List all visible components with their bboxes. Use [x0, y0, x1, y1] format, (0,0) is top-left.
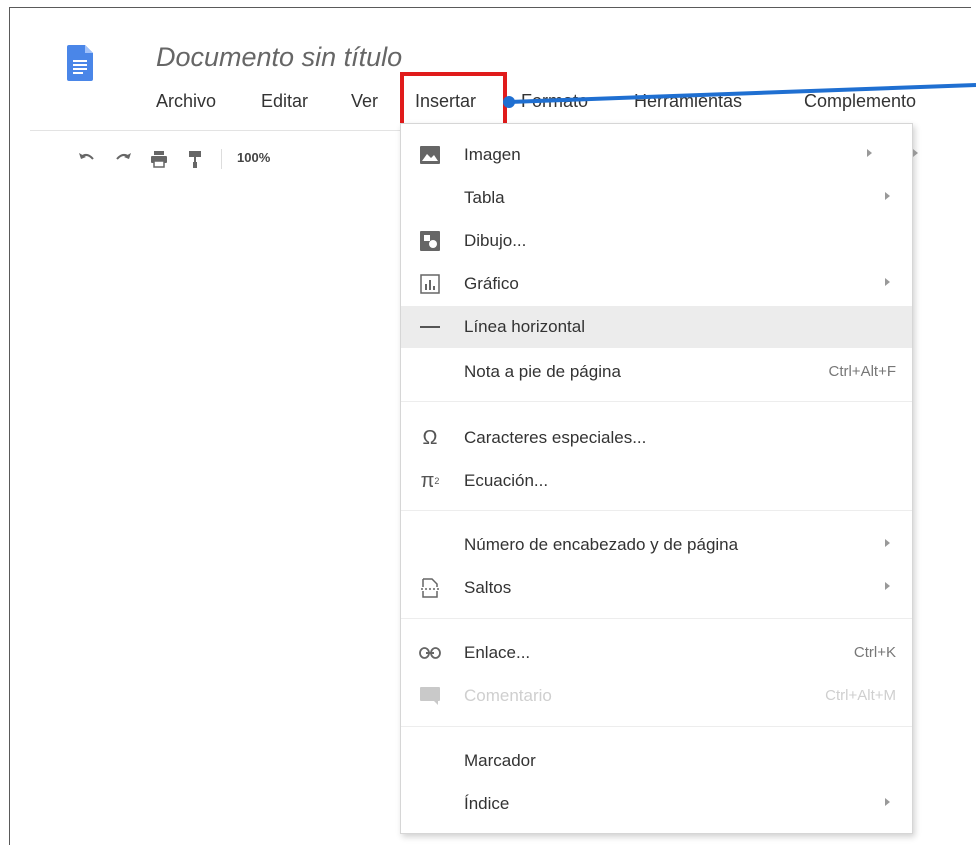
menu-item-marcador[interactable]: Marcador — [401, 740, 912, 782]
submenu-arrow-icon — [885, 278, 890, 286]
insert-menu-dropdown: Imagen Tabla Dibujo... Gráfico Línea hor… — [400, 123, 918, 834]
menu-item-indice[interactable]: Índice — [401, 783, 912, 825]
print-icon[interactable] — [147, 147, 171, 171]
menu-item-grafico[interactable]: Gráfico — [401, 263, 912, 305]
insertar-highlight-box — [400, 72, 507, 127]
menu-separator — [401, 618, 912, 619]
horizontal-line-icon — [419, 316, 441, 338]
docs-logo-icon[interactable] — [67, 45, 93, 81]
submenu-arrow-icon — [885, 192, 890, 200]
pi-icon: π2 — [420, 469, 440, 492]
menu-editar[interactable]: Editar — [261, 88, 308, 114]
link-icon — [419, 642, 441, 664]
paint-format-icon[interactable] — [183, 147, 207, 171]
menu-item-comentario: Comentario Ctrl+Alt+M — [401, 675, 912, 717]
menu-item-nota-pie[interactable]: Nota a pie de página Ctrl+Alt+F — [401, 351, 912, 393]
menu-item-imagen[interactable]: Imagen — [401, 134, 918, 176]
drawing-icon — [419, 230, 441, 252]
undo-icon[interactable] — [75, 147, 99, 171]
submenu-arrow-icon — [913, 149, 918, 157]
page-break-icon — [419, 577, 441, 599]
menu-item-caracteres-especiales[interactable]: Ω Caracteres especiales... — [401, 417, 912, 459]
menu-complementos[interactable]: Complemento — [804, 88, 916, 114]
menu-archivo[interactable]: Archivo — [156, 88, 216, 114]
menu-item-ecuacion[interactable]: π2 Ecuación... — [401, 460, 912, 502]
submenu-arrow-icon — [885, 798, 890, 806]
menu-item-numero-encabezado[interactable]: Número de encabezado y de página — [401, 524, 912, 566]
submenu-arrow-icon — [885, 539, 890, 547]
menu-separator — [401, 401, 912, 402]
image-icon — [419, 144, 441, 166]
menu-item-dibujo[interactable]: Dibujo... — [401, 220, 912, 262]
comment-icon — [419, 685, 441, 707]
menu-formato[interactable]: Formato — [521, 88, 588, 114]
menu-item-saltos[interactable]: Saltos — [401, 567, 912, 609]
menu-item-enlace[interactable]: Enlace... Ctrl+K — [401, 632, 912, 674]
submenu-arrow-icon — [885, 582, 890, 590]
menu-ver[interactable]: Ver — [351, 88, 378, 114]
submenu-arrow-icon — [867, 149, 872, 157]
document-title[interactable]: Documento sin título — [156, 42, 402, 73]
menu-separator — [401, 510, 912, 511]
menu-item-tabla[interactable]: Tabla — [401, 177, 912, 219]
menu-separator — [401, 726, 912, 727]
menu-item-linea-horizontal[interactable]: Línea horizontal — [401, 306, 912, 348]
chart-icon — [419, 273, 441, 295]
menubar-divider — [30, 130, 402, 131]
omega-icon: Ω — [422, 426, 438, 449]
zoom-select[interactable]: 100% — [237, 150, 270, 165]
redo-icon[interactable] — [111, 147, 135, 171]
menu-herramientas[interactable]: Herramientas — [634, 88, 742, 114]
toolbar-divider — [221, 149, 222, 169]
